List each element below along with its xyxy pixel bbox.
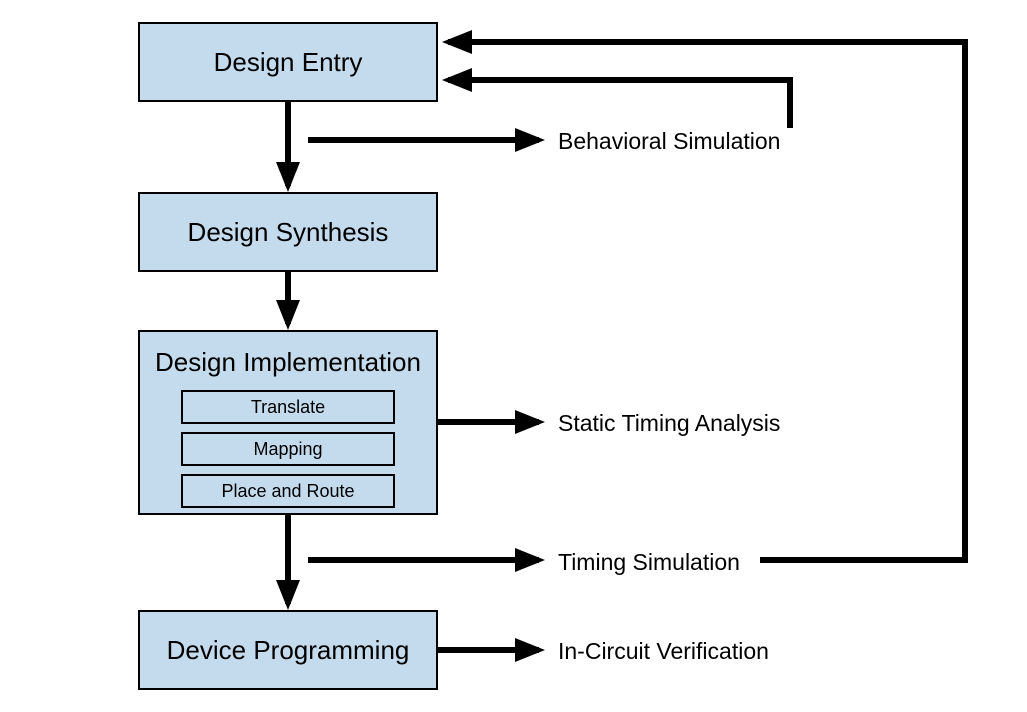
subbox-place-route: Place and Route bbox=[181, 474, 395, 508]
box-design-implementation: Design Implementation Translate Mapping … bbox=[138, 330, 438, 515]
arrow-feedback-short bbox=[448, 80, 790, 128]
label-static-timing: Static Timing Analysis bbox=[558, 410, 780, 437]
subbox-place-route-label: Place and Route bbox=[221, 481, 354, 502]
box-device-programming: Device Programming bbox=[138, 610, 438, 690]
arrow-feedback-long bbox=[448, 42, 965, 560]
label-behavioral-simulation: Behavioral Simulation bbox=[558, 128, 780, 155]
box-design-synthesis-label: Design Synthesis bbox=[188, 217, 389, 248]
diagram-canvas: Design Entry Design Synthesis Design Imp… bbox=[0, 0, 1027, 712]
subbox-mapping-label: Mapping bbox=[253, 439, 322, 460]
box-design-entry: Design Entry bbox=[138, 22, 438, 102]
subbox-translate: Translate bbox=[181, 390, 395, 424]
box-design-entry-label: Design Entry bbox=[214, 47, 363, 78]
label-timing-simulation: Timing Simulation bbox=[558, 549, 740, 576]
implementation-steps: Translate Mapping Place and Route bbox=[140, 390, 436, 508]
label-in-circuit: In-Circuit Verification bbox=[558, 638, 769, 665]
box-design-implementation-label: Design Implementation bbox=[140, 347, 436, 378]
subbox-translate-label: Translate bbox=[251, 397, 325, 418]
box-device-programming-label: Device Programming bbox=[167, 635, 410, 666]
box-design-synthesis: Design Synthesis bbox=[138, 192, 438, 272]
subbox-mapping: Mapping bbox=[181, 432, 395, 466]
